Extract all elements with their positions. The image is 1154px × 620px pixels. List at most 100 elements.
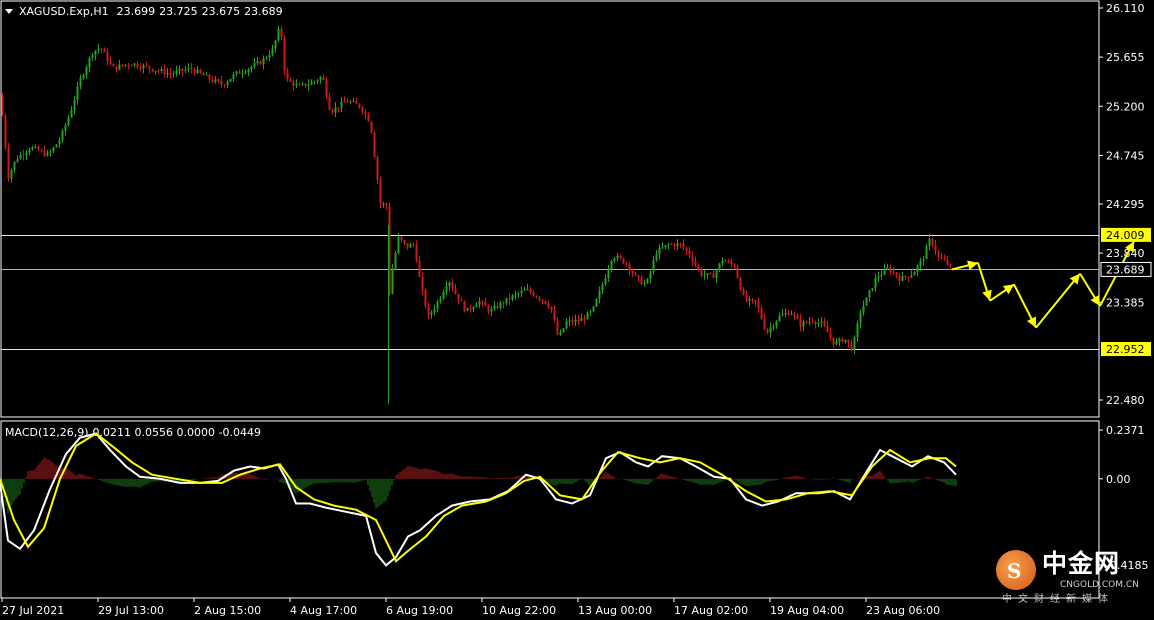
candle-body	[109, 61, 112, 65]
candle-body	[58, 140, 61, 145]
candle-body	[49, 151, 52, 153]
candle-body	[601, 284, 604, 291]
time-label: 6 Aug 19:00	[386, 604, 453, 617]
candle-body	[259, 61, 262, 65]
candle-body	[433, 308, 436, 313]
candle-body	[604, 278, 607, 285]
time-label: 23 Aug 06:00	[866, 604, 940, 617]
candle-body	[820, 321, 823, 323]
candle-body	[427, 306, 430, 315]
candle-body	[457, 293, 460, 301]
candle-body	[772, 326, 775, 328]
candle-body	[7, 147, 10, 179]
candle-body	[580, 318, 583, 321]
candle-body	[685, 247, 688, 251]
candle-body	[31, 147, 34, 150]
candle-body	[889, 267, 892, 272]
logo-circle-icon: S	[996, 550, 1036, 590]
candle-body	[829, 332, 832, 338]
candle-body	[739, 277, 742, 290]
candle-body	[196, 69, 199, 74]
candle-body	[949, 264, 952, 266]
candle-body	[181, 68, 184, 71]
dropdown-triangle-icon[interactable]	[5, 9, 13, 14]
candle-body	[115, 66, 118, 70]
logo-subtitle: 中文财经新媒体	[1002, 594, 1114, 605]
signal-line	[0, 432, 957, 563]
price-tick-label: 22.480	[1106, 394, 1145, 407]
candle-body	[616, 255, 619, 259]
level-label: 22.952	[1106, 343, 1145, 356]
watermark-logo: S 中金网 CNGOLD.COM.CN 中文财经新媒体	[996, 548, 1146, 614]
candle-body	[490, 309, 493, 312]
candle-body	[235, 71, 238, 75]
candle-body	[589, 311, 592, 313]
candle-body	[625, 263, 628, 265]
time-label: 29 Jul 13:00	[98, 604, 164, 617]
candle-body	[37, 146, 40, 151]
candle-body	[628, 263, 631, 271]
candle-body	[517, 293, 520, 295]
candle-body	[487, 306, 490, 312]
candles-layer	[1, 25, 952, 405]
candle-body	[334, 107, 337, 113]
candle-body	[679, 243, 682, 245]
candle-body	[67, 117, 70, 126]
candle-body	[619, 255, 622, 259]
symbol-header: XAGUSD.Exp,H1 23.699 23.725 23.675 23.689	[19, 5, 283, 18]
candle-body	[658, 247, 661, 255]
candle-body	[568, 320, 571, 322]
candle-body	[667, 244, 670, 246]
candle-body	[898, 276, 901, 281]
candle-body	[175, 70, 178, 74]
candle-body	[583, 318, 586, 320]
candle-body	[385, 203, 388, 206]
price-chart[interactable]: XAGUSD.Exp,H1 23.699 23.725 23.675 23.689 MA…	[0, 0, 1154, 620]
candle-body	[838, 338, 841, 342]
candle-body	[757, 301, 760, 308]
candle-body	[70, 109, 73, 118]
candle-body	[352, 101, 355, 103]
candle-body	[76, 86, 79, 100]
candle-body	[571, 320, 574, 323]
candle-body	[19, 154, 22, 159]
candle-body	[268, 55, 271, 58]
candle-body	[523, 289, 526, 291]
candle-body	[622, 258, 625, 264]
candle-body	[724, 260, 727, 262]
macd-tick-label: 0.2371	[1106, 424, 1145, 437]
candle-body	[709, 273, 712, 275]
candle-body	[547, 304, 550, 307]
candle-body	[403, 240, 406, 244]
candle-body	[310, 82, 313, 85]
candle-body	[499, 302, 502, 309]
time-label: 27 Jul 2021	[2, 604, 64, 617]
candle-body	[382, 203, 385, 205]
candle-body	[754, 299, 757, 302]
candle-body	[484, 301, 487, 307]
candle-body	[646, 278, 649, 283]
candle-body	[79, 77, 82, 87]
candle-body	[232, 74, 235, 79]
candle-body	[208, 74, 211, 80]
candle-body	[715, 270, 718, 278]
candle-body	[244, 72, 247, 74]
logo-text-cn: 中金网	[1042, 549, 1121, 578]
current-price-label: 23.689	[1106, 263, 1145, 276]
candle-body	[907, 276, 910, 278]
candle-body	[883, 268, 886, 275]
candle-body	[802, 321, 805, 327]
candle-body	[331, 109, 334, 113]
candle-body	[73, 99, 76, 110]
candle-body	[370, 121, 373, 133]
candle-body	[172, 73, 175, 75]
price-tick-label: 24.745	[1106, 149, 1145, 162]
candle-body	[220, 81, 223, 85]
candle-body	[148, 66, 151, 69]
candle-body	[304, 83, 307, 87]
candle-body	[892, 271, 895, 273]
candle-body	[91, 54, 94, 58]
candle-body	[271, 48, 274, 56]
candle-body	[943, 258, 946, 261]
candle-body	[688, 250, 691, 256]
